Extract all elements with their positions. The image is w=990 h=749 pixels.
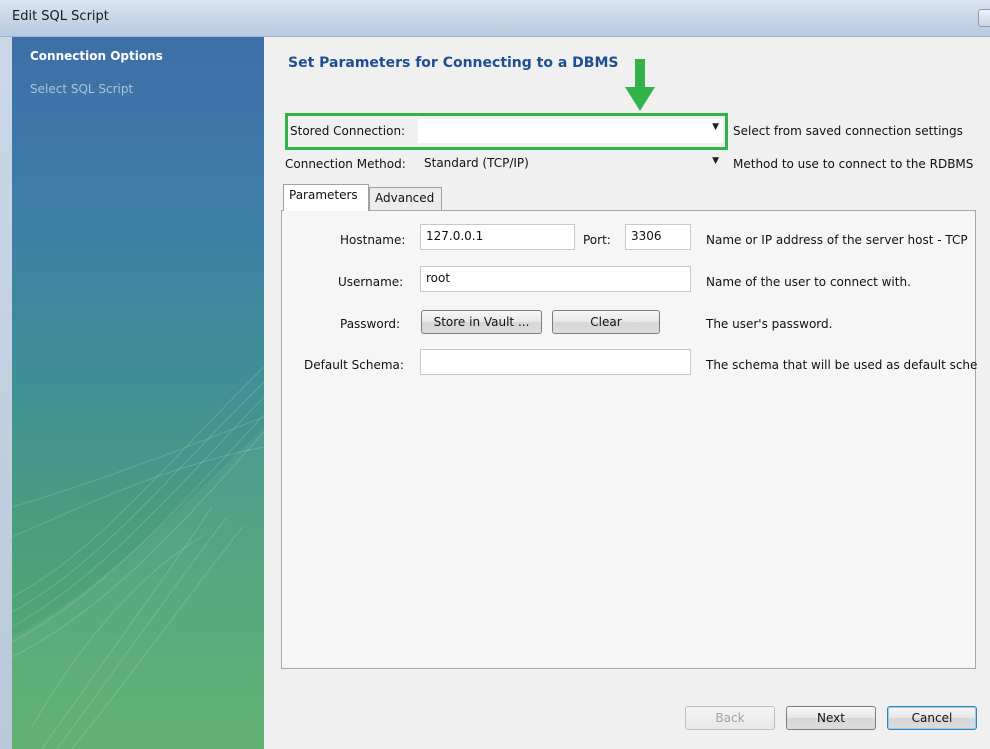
stored-connection-select[interactable]: ▼ — [418, 119, 723, 143]
port-input[interactable]: 3306 — [625, 224, 691, 250]
down-arrow-icon — [625, 59, 655, 111]
edit-sql-script-window: Edit SQL Script Connection Options Selec… — [0, 0, 990, 749]
tab-parameters[interactable]: Parameters — [283, 184, 369, 211]
main-content: Set Parameters for Connecting to a DBMS … — [264, 37, 990, 749]
default-schema-label: Default Schema: — [304, 358, 404, 372]
sidebar-decorative-art — [12, 366, 264, 749]
username-label: Username: — [338, 275, 404, 289]
connection-method-label: Connection Method: — [285, 157, 406, 171]
window-title: Edit SQL Script — [12, 9, 109, 24]
next-button[interactable]: Next — [786, 706, 876, 730]
chevron-down-icon[interactable]: ▼ — [712, 122, 719, 132]
connection-method-select[interactable]: Standard (TCP/IP) ▼ — [418, 153, 723, 175]
default-schema-input[interactable] — [420, 349, 691, 375]
sidebar-item-select-sql-script[interactable]: Select SQL Script — [30, 82, 133, 96]
chevron-down-icon[interactable]: ▼ — [712, 156, 719, 166]
connection-method-description: Method to use to connect to the RDBMS — [733, 157, 974, 171]
hostname-description: Name or IP address of the server host - … — [706, 233, 968, 247]
tab-advanced[interactable]: Advanced — [369, 187, 442, 210]
password-label: Password: — [340, 317, 401, 331]
hostname-input[interactable]: 127.0.0.1 — [420, 224, 575, 250]
sidebar-item-connection-options[interactable]: Connection Options — [30, 49, 163, 63]
port-label: Port: — [583, 233, 611, 247]
wizard-sidebar: Connection Options Select SQL Script — [12, 37, 264, 749]
store-in-vault-button[interactable]: Store in Vault ... — [421, 310, 542, 334]
username-description: Name of the user to connect with. — [706, 275, 911, 289]
back-button[interactable]: Back — [685, 706, 775, 730]
clear-password-button[interactable]: Clear — [552, 310, 660, 334]
stored-connection-label: Stored Connection: — [290, 124, 406, 138]
password-description: The user's password. — [706, 317, 833, 331]
connection-method-value: Standard (TCP/IP) — [424, 156, 529, 170]
page-heading: Set Parameters for Connecting to a DBMS — [288, 55, 619, 71]
hostname-label: Hostname: — [340, 233, 406, 247]
title-bar[interactable]: Edit SQL Script — [0, 0, 990, 37]
window-control-button[interactable] — [978, 9, 990, 27]
username-input[interactable]: root — [420, 266, 691, 292]
default-schema-description: The schema that will be used as default … — [706, 358, 978, 372]
stored-connection-description: Select from saved connection settings — [733, 124, 963, 138]
cancel-button[interactable]: Cancel — [887, 706, 977, 730]
